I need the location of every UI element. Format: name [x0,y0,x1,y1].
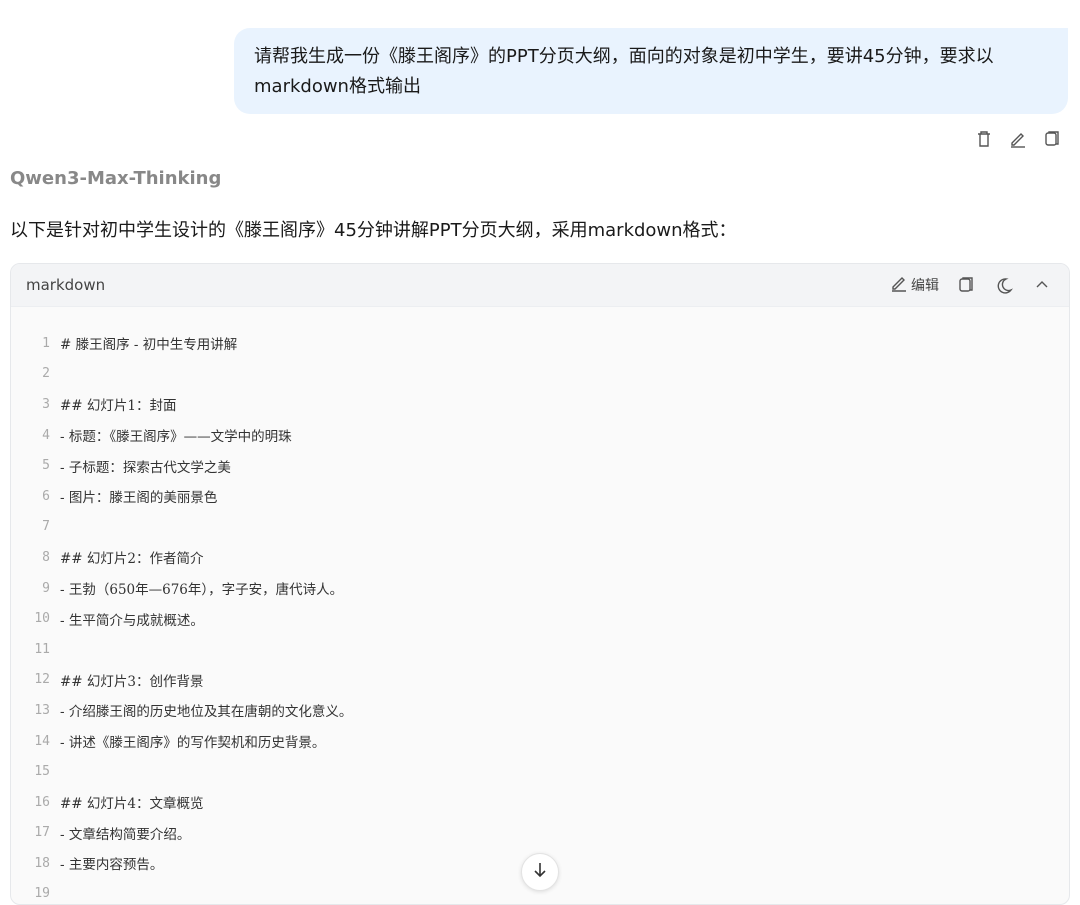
code-line-text: - 主要内容预告。 [60,857,164,874]
user-message-line-2: markdown格式输出 [254,76,421,97]
code-block-header: markdown 编辑 [11,264,1069,307]
theme-toggle-icon[interactable] [993,274,1015,296]
code-line: 6 - 图片：滕王阁的美丽景色 [11,481,1069,512]
code-line-text: ## 幻灯片3：创作背景 [60,673,204,690]
message-actions [974,128,1062,150]
code-line: 10 - 生平简介与成就概述。 [11,603,1069,634]
copy-icon[interactable] [1042,128,1062,150]
code-line: 13 - 介绍滕王阁的历史地位及其在唐朝的文化意义。 [11,695,1069,726]
code-line: 2 [11,359,1069,390]
code-line: 1 # 滕王阁序 - 初中生专用讲解 [11,328,1069,359]
code-line: 17 - 文章结构简要介绍。 [11,818,1069,849]
collapse-icon[interactable] [1031,274,1053,296]
code-line: 15 [11,756,1069,787]
user-message-line-1: 请帮我生成一份《滕王阁序》的PPT分页大纲，面向的对象是初中学生，要讲45分钟，… [254,46,994,67]
code-line-text: - 讲述《滕王阁序》的写作契机和历史背景。 [60,735,326,752]
line-number: 18 [34,855,50,871]
line-number: 12 [34,672,50,688]
line-number: 7 [42,519,50,535]
arrow-down-icon [532,861,548,883]
code-toolbar: 编辑 [890,274,1053,296]
line-number: 3 [42,396,50,412]
code-line-text: ## 幻灯片4：文章概览 [60,796,204,813]
edit-icon [890,274,908,296]
code-line: 7 [11,512,1069,543]
code-line: 12 ## 幻灯片3：创作背景 [11,665,1069,696]
code-line-text: - 生平简介与成就概述。 [60,612,204,629]
code-block: markdown 编辑 1 # 滕王阁序 - 初中生专用讲解 2 3 ## 幻灯片1：封… [10,263,1070,905]
code-line-text: - 介绍滕王阁的历史地位及其在唐朝的文化意义。 [60,704,353,721]
code-line-text: - 标题：《滕王阁序》——文学中的明珠 [60,429,292,446]
edit-icon[interactable] [1008,128,1028,150]
edit-code-label: 编辑 [911,278,939,294]
code-line: 14 - 讲述《滕王阁序》的写作契机和历史背景。 [11,726,1069,757]
code-line-text: - 子标题：探索古代文学之美 [60,459,231,476]
line-number: 10 [34,611,50,627]
assistant-intro-text: 以下是针对初中学生设计的《滕王阁序》45分钟讲解PPT分页大纲，采用markdo… [10,220,737,241]
line-number: 13 [34,702,50,718]
code-line: 3 ## 幻灯片1：封面 [11,389,1069,420]
code-line: 5 - 子标题：探索古代文学之美 [11,450,1069,481]
line-number: 2 [42,366,50,382]
code-body: 1 # 滕王阁序 - 初中生专用讲解 2 3 ## 幻灯片1：封面 4 - 标题：《滕王阁序… [11,307,1069,904]
line-number: 4 [42,427,50,443]
code-line-text: - 图片：滕王阁的美丽景色 [60,490,218,507]
copy-icon[interactable] [955,274,977,296]
edit-code-button[interactable]: 编辑 [890,274,939,296]
line-number: 9 [42,580,50,596]
line-number: 11 [34,641,50,657]
user-message-bubble: 请帮我生成一份《滕王阁序》的PPT分页大纲，面向的对象是初中学生，要讲45分钟，… [234,28,1068,114]
code-language-label: markdown [26,276,106,294]
line-number: 15 [34,764,50,780]
line-number: 1 [42,335,50,351]
line-number: 14 [34,733,50,749]
code-line-text: # 滕王阁序 - 初中生专用讲解 [60,337,238,354]
code-line-text: ## 幻灯片1：封面 [60,398,177,415]
code-line: 4 - 标题：《滕王阁序》——文学中的明珠 [11,420,1069,451]
line-number: 5 [42,458,50,474]
delete-icon[interactable] [974,128,994,150]
line-number: 8 [42,549,50,565]
code-line: 8 ## 幻灯片2：作者简介 [11,542,1069,573]
line-number: 6 [42,488,50,504]
line-number: 17 [34,825,50,841]
code-line: 9 - 王勃（650年—676年），字子安，唐代诗人。 [11,573,1069,604]
code-line-text: ## 幻灯片2：作者简介 [60,551,204,568]
line-number: 16 [34,794,50,810]
model-name: Qwen3-Max-Thinking [10,168,222,189]
code-line-text: - 王勃（650年—676年），字子安，唐代诗人。 [60,582,344,599]
code-line: 16 ## 幻灯片4：文章概览 [11,787,1069,818]
scroll-down-button[interactable] [521,853,559,891]
code-line-text: - 文章结构简要介绍。 [60,826,191,843]
code-line: 11 [11,634,1069,665]
